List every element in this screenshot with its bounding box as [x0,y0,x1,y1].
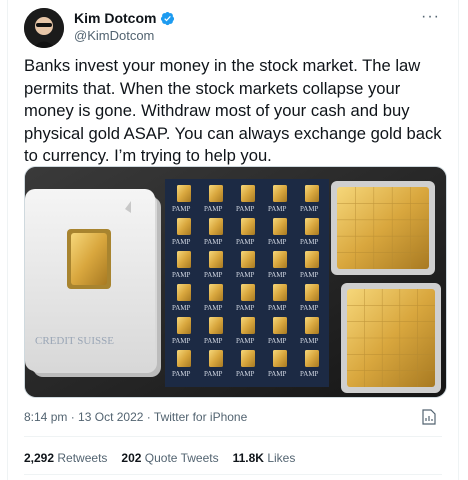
avatar-image [24,8,64,48]
bar-stamp-text: PAMP [172,337,191,345]
meta-separator: · [70,410,75,424]
bar-stamp-text: PAMP [236,271,255,279]
gold-bar [305,350,319,367]
gold-bar [273,350,287,367]
bar-stamp-text: PAMP [236,205,255,213]
gold-bars-photo: CREDIT SUISSE PAMP PAMP PAMP PAMP PAMPPAMP PA… [25,167,446,397]
gold-bar [241,218,255,235]
combibar-top [331,181,435,275]
gold-bar [273,317,287,334]
verified-badge-icon [161,11,175,25]
gold-bar [273,251,287,268]
gold-bar [241,350,255,367]
meta-separator: · [146,410,151,424]
gold-bar [209,350,223,367]
gold-bar [241,317,255,334]
bar-stamp-text: PAMP [236,238,255,246]
pamp-bar-grid: PAMP PAMP PAMP PAMP PAMP PAMP PAMP PAMP PAMP PAMP… [165,179,329,387]
gold-bar [177,350,191,367]
quote-tweets-stat[interactable]: 202 Quote Tweets [121,451,218,465]
bar-stamp-text: PAMP [268,370,287,378]
avatar[interactable] [24,8,64,48]
case-brand-text: CREDIT SUISSE [35,335,114,347]
bar-stamp-text: PAMP [268,205,287,213]
bar-stamp-text: PAMP [172,370,191,378]
bar-stamp-text: PAMP [236,304,255,312]
bar-stamp-text: PAMP [172,304,191,312]
gold-bar [273,185,287,202]
gold-bar [177,251,191,268]
gold-bar [209,251,223,268]
author-handle[interactable]: @KimDotcom [74,28,154,43]
bar-stamp-text: PAMP [300,370,319,378]
gold-bar [209,284,223,301]
bar-stamp-text: PAMP [300,304,319,312]
more-options-button[interactable]: ··· [421,8,440,26]
author-name[interactable]: Kim Dotcom [74,10,156,26]
bar-stamp-text: PAMP [300,337,319,345]
tweet-time[interactable]: 8:14 pm [24,410,67,424]
tweet-card: Kim Dotcom @KimDotcom ··· Banks invest y… [7,0,459,480]
divider [24,474,442,475]
gold-bar [241,185,255,202]
tweet-meta: 8:14 pm · 13 Oct 2022 · Twitter for iPho… [24,410,247,424]
gold-bar [209,317,223,334]
gold-bar [305,185,319,202]
bar-stamp-text: PAMP [204,205,223,213]
bar-stamp-text: PAMP [268,337,287,345]
credit-suisse-case: CREDIT SUISSE [25,189,161,377]
bar-stamp-text: PAMP [236,370,255,378]
analytics-icon[interactable] [422,409,436,425]
bar-stamp-text: PAMP [300,205,319,213]
bar-stamp-text: PAMP [236,337,255,345]
bar-stamp-text: PAMP [204,304,223,312]
gold-bar [305,251,319,268]
gold-bar [241,251,255,268]
combibar-bottom [341,283,441,393]
bar-stamp-text: PAMP [268,271,287,279]
gold-bar [305,284,319,301]
tweet-text: Banks invest your money in the stock mar… [24,56,442,165]
bar-stamp-text: PAMP [172,205,191,213]
divider [24,436,442,437]
author-row: Kim Dotcom [74,10,175,26]
bar-stamp-text: PAMP [172,271,191,279]
bar-stamp-text: PAMP [300,271,319,279]
tweet-source[interactable]: Twitter for iPhone [154,410,247,424]
gold-bar [177,284,191,301]
bar-stamp-text: PAMP [300,238,319,246]
gold-bar [241,284,255,301]
gold-bar [209,218,223,235]
gold-bar [177,317,191,334]
gold-bar [273,218,287,235]
bar-stamp-text: PAMP [204,370,223,378]
tweet-date[interactable]: 13 Oct 2022 [78,410,143,424]
tweet-media[interactable]: CREDIT SUISSE PAMP PAMP PAMP PAMP PAMP PAMP PA… [24,166,447,398]
gold-bar [177,218,191,235]
gold-bar [273,284,287,301]
likes-stat[interactable]: 11.8K Likes [233,451,296,465]
gold-bar [305,317,319,334]
gold-bar [209,185,223,202]
bar-stamp-text: PAMP [172,238,191,246]
bar-stamp-text: PAMP [204,238,223,246]
engagement-stats: 2,292 Retweets 202 Quote Tweets 11.8K Li… [24,451,295,465]
bar-stamp-text: PAMP [268,304,287,312]
bar-stamp-text: PAMP [268,238,287,246]
gold-bar [177,185,191,202]
bar-stamp-text: PAMP [204,337,223,345]
bar-stamp-text: PAMP [204,271,223,279]
gold-bar [305,218,319,235]
retweets-stat[interactable]: 2,292 Retweets [24,451,107,465]
